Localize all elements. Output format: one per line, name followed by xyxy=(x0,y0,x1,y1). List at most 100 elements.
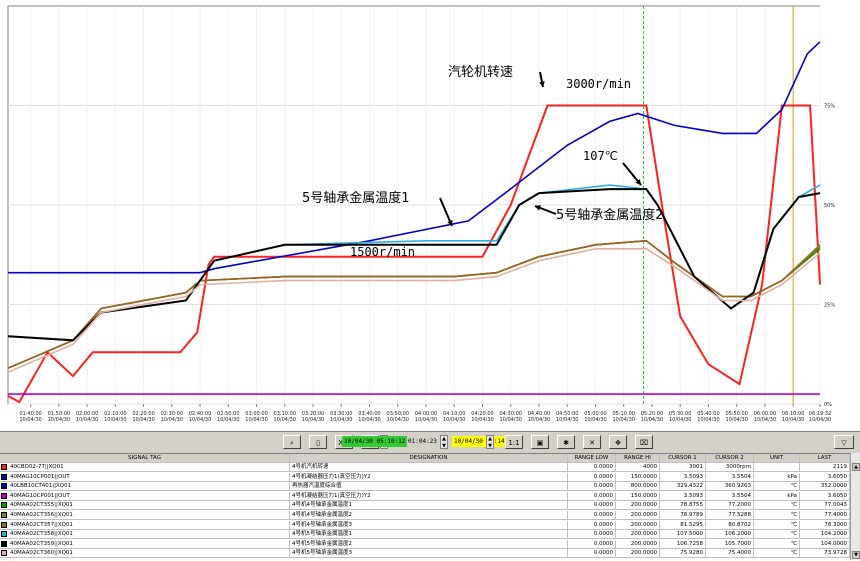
cell-unit xyxy=(754,463,800,472)
series-color-swatch[interactable] xyxy=(1,492,7,499)
column-header[interactable]: RANGE HI xyxy=(616,454,660,463)
series-color-swatch[interactable] xyxy=(1,512,7,518)
interval-field[interactable]: 01:04:23 xyxy=(406,436,439,447)
cell-tag: 40MAA02CT360||XQ01 xyxy=(0,549,290,559)
cell-hi: 4000 xyxy=(616,463,660,472)
scroll-up-arrow[interactable]: ▲ xyxy=(852,463,860,471)
series-color-swatch[interactable] xyxy=(1,464,7,470)
clear-button[interactable]: ⌧ xyxy=(635,435,653,449)
signal-tag-text: 40CBD02-77||XQ01 xyxy=(10,464,64,470)
table-row[interactable]: 40MAA02CT357||XQ01 4号机4号轴承金属温度3 0.0000 200.… xyxy=(0,520,850,530)
cell-last: 352.0000 xyxy=(800,482,850,492)
interval-spinner[interactable]: ▲ ▼ xyxy=(440,435,448,449)
trend-chart[interactable]: 75% 50% 25% 0% 01:40:00 10/04/30 01:50:00 10/04… xyxy=(0,0,860,430)
zoom-button[interactable]: ⌕ xyxy=(283,435,301,449)
cell-hi: 150.0000 xyxy=(616,472,660,482)
column-header[interactable]: RANGE LOW xyxy=(568,454,616,463)
series-color-swatch[interactable] xyxy=(1,550,7,557)
column-header[interactable]: CURSOR 2 xyxy=(706,454,754,463)
column-header[interactable]: SIGNAL TAG xyxy=(0,454,290,463)
table-row[interactable]: 40MAA02CT355||XQ01 4号机4号轴承金属温度1 0.0000 200.… xyxy=(0,501,850,511)
table-row[interactable]: 40MAG10CP001||OUT 4号机凝结器压力1(真空压力)Y2 0.0000… xyxy=(0,472,850,482)
cell-tag: 40MAA02CT359||XQ01 xyxy=(0,539,290,549)
cell-low: 0.0000 xyxy=(568,539,616,549)
cell-designation: 4号机凝结器压力1(真空压力)Y2 xyxy=(290,491,568,501)
cell-designation: 4号机4号轴承金属温度2 xyxy=(290,511,568,520)
y-tick-label: 50% xyxy=(824,203,835,209)
series-color-swatch[interactable] xyxy=(1,473,7,480)
cell-c2: 80.8702 xyxy=(706,520,754,530)
cell-hi: 200.0000 xyxy=(616,511,660,520)
x-tick-date: 10/04/30 xyxy=(415,417,437,423)
cell-c2: 3.5504 xyxy=(706,491,754,501)
cell-designation: 4号机汽机转速 xyxy=(290,463,568,472)
series-color-swatch[interactable] xyxy=(1,521,7,528)
collapse-button[interactable]: ▽ xyxy=(834,435,854,449)
annotation-label: 5号轴承金属温度2 xyxy=(556,207,664,223)
cell-tag: 40LBB10CT401||XQ01 xyxy=(0,482,290,492)
cell-last: 77.4000 xyxy=(800,511,850,520)
start-time-field[interactable]: 10/04/30 05:10:12 xyxy=(342,436,408,447)
trend-chart-svg[interactable]: 75%50%25%0%01:40:0010/04/3001:50:0010/04… xyxy=(0,0,860,430)
table-row[interactable]: 40MAA02CT358||XQ01 4号机5号轴承金属温度1 0.0000 200.… xyxy=(0,530,850,540)
end-time-spinner[interactable]: ▲ ▼ xyxy=(486,435,494,449)
cell-designation: 4号机4号轴承金属温度3 xyxy=(290,520,568,530)
column-header[interactable]: DESIGNATION xyxy=(290,454,568,463)
cell-c1: 78.9789 xyxy=(660,511,706,520)
cell-last: 2119 xyxy=(800,463,850,472)
cell-c1: 3.5093 xyxy=(660,491,706,501)
series-color-swatch[interactable] xyxy=(1,540,7,547)
table-row[interactable]: 40MAA02CT356||XQ01 4号机4号轴承金属温度2 0.0000 200.… xyxy=(0,511,850,520)
cursor-button[interactable]: ✱ xyxy=(557,435,575,449)
cell-hi: 800.0000 xyxy=(616,482,660,492)
series-color-swatch[interactable] xyxy=(1,531,7,538)
annotation-label: 3000r/min xyxy=(566,77,631,91)
move-button[interactable]: ✥ xyxy=(609,435,627,449)
x-tick-date: 10/04/30 xyxy=(499,417,521,423)
cell-unit: ℃ xyxy=(754,482,800,492)
cell-designation: 再热器汽温度综合值 xyxy=(290,482,568,492)
x-tick-date: 10/04/30 xyxy=(528,417,550,423)
signal-table: SIGNAL TAG DESIGNATION RANGE LOW RANGE HI CU… xyxy=(0,453,860,561)
cell-low: 0.0000 xyxy=(568,482,616,492)
pan-button[interactable]: ▯ xyxy=(309,435,327,449)
x-tick-date: 10/04/30 xyxy=(584,417,606,423)
cell-hi: 200.0000 xyxy=(616,549,660,559)
column-header[interactable]: CURSOR 1 xyxy=(660,454,706,463)
x-tick-date: 10/04/30 xyxy=(809,417,831,423)
cell-unit: kPa xyxy=(754,491,800,501)
cell-unit: ℃ xyxy=(754,520,800,530)
cell-unit: ℃ xyxy=(754,530,800,540)
x-tick-date: 10/04/30 xyxy=(725,417,747,423)
cell-hi: 200.0000 xyxy=(616,501,660,511)
column-header[interactable]: LAST xyxy=(800,454,850,463)
annotation-label: 1500r/min xyxy=(350,245,415,259)
table-row[interactable]: 40MAG10CP001||OUT 4号机凝结器压力1(真空压力)Y2 0.0000… xyxy=(0,491,850,501)
table-row[interactable]: 40MAA02CT360||XQ01 4号机5号轴承金属温度3 0.0000 200.… xyxy=(0,549,850,559)
x-tick-date: 10/04/30 xyxy=(697,417,719,423)
signal-tag-text: 40MAA02CT360||XQ01 xyxy=(10,550,73,557)
cell-designation: 4号机凝结器压力1(真空压力)Y2 xyxy=(290,472,568,482)
column-header[interactable]: UNIT xyxy=(754,454,800,463)
annotation-label: 107℃ xyxy=(583,149,618,163)
table-row[interactable]: 40MAA02CT359||XQ01 4号机5号轴承金属温度2 0.0000 200.… xyxy=(0,539,850,549)
one-to-one-button[interactable]: 1:1 xyxy=(505,435,523,449)
table-row[interactable]: 40CBD02-77||XQ01 4号机汽机转速 0.0000 4000 3001 300… xyxy=(0,463,850,472)
cell-c1: 78.8755 xyxy=(660,501,706,511)
x-tick-date: 10/04/30 xyxy=(104,417,126,423)
x-tick-date: 10/04/30 xyxy=(19,417,41,423)
table-row[interactable]: 40LBB10CT401||XQ01 再热器汽温度综合值 0.0000 800.000… xyxy=(0,482,850,492)
snapshot-button[interactable]: ▣ xyxy=(531,435,549,449)
cell-unit: ℃ xyxy=(754,501,800,511)
cell-unit: ℃ xyxy=(754,511,800,520)
scroll-down-arrow[interactable]: ▼ xyxy=(852,551,860,559)
x-tick-date: 10/04/30 xyxy=(612,417,634,423)
cell-tag: 40MAG10CP001||OUT xyxy=(0,472,290,482)
y-tick-label: 25% xyxy=(824,303,835,309)
table-scrollbar[interactable]: ▲ ▼ xyxy=(850,453,860,560)
x-tick-date: 10/04/30 xyxy=(245,417,267,423)
series-color-swatch[interactable] xyxy=(1,483,7,490)
cell-last: 3.6050 xyxy=(800,491,850,501)
series-color-swatch[interactable] xyxy=(1,502,7,509)
close-cursor-button[interactable]: ✕ xyxy=(583,435,601,449)
